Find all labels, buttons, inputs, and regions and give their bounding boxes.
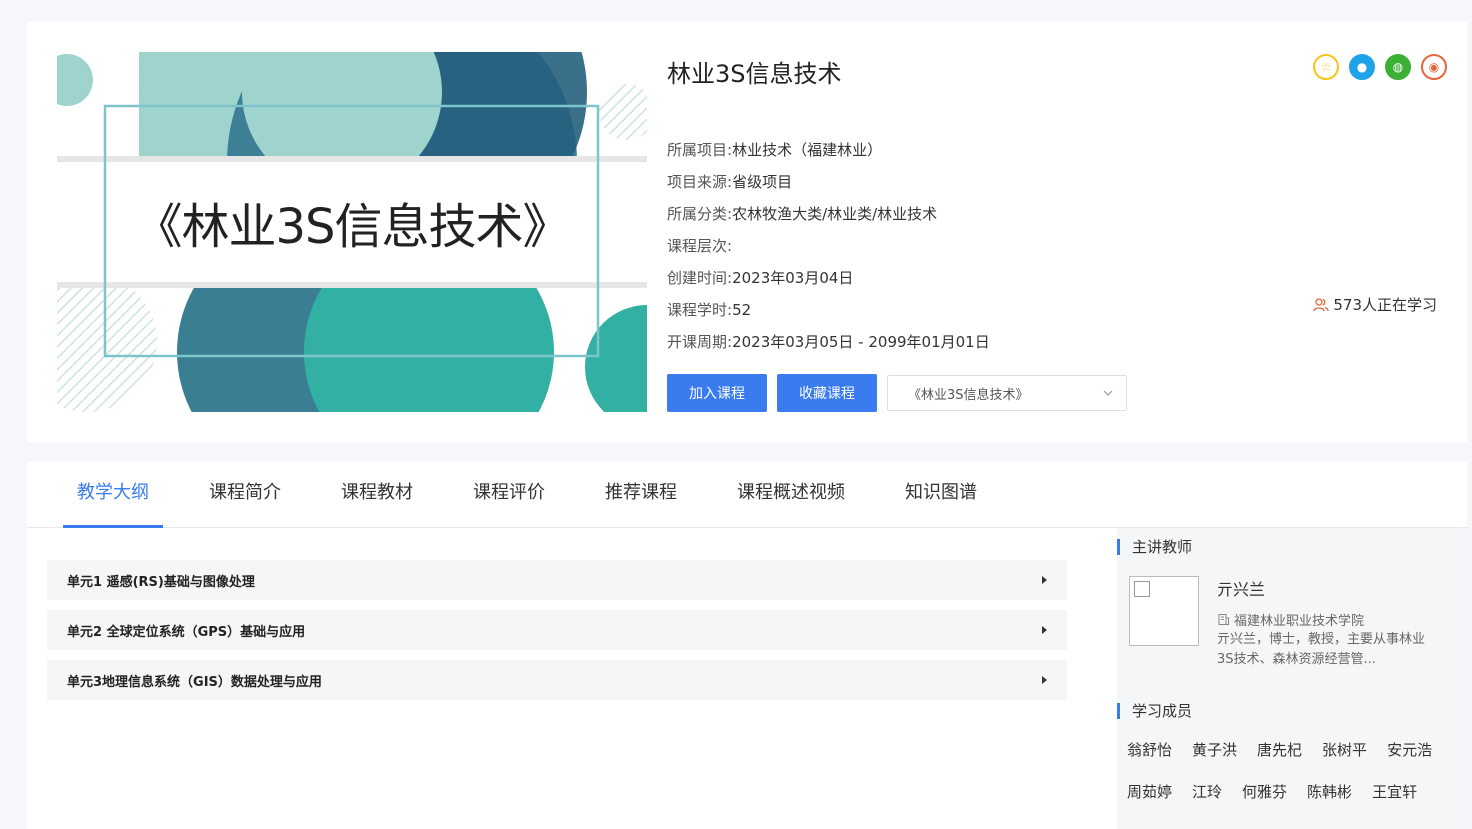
members-section-title: 学习成员 [1117, 703, 1192, 719]
join-course-button[interactable]: 加入课程 [667, 374, 767, 412]
tab-materials[interactable]: 课程教材 [327, 462, 427, 528]
learner-count: 573人正在学习 [1313, 294, 1437, 315]
course-cover-image: 《林业3S信息技术》 [57, 52, 647, 412]
member-name[interactable]: 翁舒怡 [1127, 736, 1172, 778]
tab-syllabus[interactable]: 教学大纲 [63, 462, 163, 528]
qq-icon[interactable]: ● [1349, 54, 1375, 80]
course-select-value: 《林业3S信息技术》 [908, 387, 1029, 403]
course-title: 林业3S信息技术 [667, 60, 842, 88]
member-name[interactable]: 江玲 [1192, 778, 1222, 820]
syllabus-unit-1[interactable]: 单元1 遥感(RS)基础与图像处理 [47, 560, 1067, 600]
syllabus-panel: 单元1 遥感(RS)基础与图像处理 单元2 全球定位系统（GPS）基础与应用 单… [27, 528, 1117, 829]
share-icons: ☆ ● ◍ ◉ [1313, 54, 1447, 80]
caret-right-icon [1042, 676, 1047, 684]
member-name[interactable]: 陈韩彬 [1307, 778, 1352, 820]
member-name[interactable]: 何雅芬 [1242, 778, 1287, 820]
cover-title: 《林业3S信息技术》 [134, 199, 570, 255]
meta-row-hours: 课程学时:52 [667, 301, 752, 319]
course-tabs-bar: 教学大纲 课程简介 课程教材 课程评价 推荐课程 课程概述视频 知识图谱 [27, 462, 1467, 528]
meta-row-project: 所属项目:林业技术（福建林业） [667, 141, 883, 159]
caret-right-icon [1042, 576, 1047, 584]
member-name[interactable]: 王宜轩 [1372, 778, 1417, 820]
weibo-icon[interactable]: ◉ [1421, 54, 1447, 80]
tab-introduction[interactable]: 课程简介 [195, 462, 295, 528]
chevron-down-icon [1103, 390, 1113, 396]
building-icon [1218, 614, 1229, 625]
course-info: 林业3S信息技术 ☆ ● ◍ ◉ 所属项目:林业技术（福建林业） 项目来源:省级… [667, 52, 1457, 412]
teacher-section-title: 主讲教师 [1117, 539, 1192, 555]
member-list: 翁舒怡 黄子洪 唐先杞 张树平 安元浩 周茹婷 江玲 何雅芬 陈韩彬 王宜轩 [1127, 736, 1467, 820]
broken-image-icon [1134, 581, 1150, 597]
unit-title: 单元3地理信息系统（GIS）数据处理与应用 [67, 674, 322, 690]
meta-row-level: 课程层次: [667, 237, 733, 255]
teacher-description: 亓兴兰，博士，教授，主要从事林业3S技术、森林资源经营管... [1217, 632, 1426, 667]
member-name[interactable]: 张树平 [1322, 736, 1367, 778]
member-name[interactable]: 唐先杞 [1257, 736, 1302, 778]
course-header-card: 《林业3S信息技术》 林业3S信息技术 ☆ ● ◍ ◉ 所属项目:林业技术（福建… [27, 22, 1467, 442]
users-icon [1313, 297, 1330, 311]
syllabus-unit-2[interactable]: 单元2 全球定位系统（GPS）基础与应用 [47, 610, 1067, 650]
caret-right-icon [1042, 626, 1047, 634]
teacher-school: 福建林业职业技术学院 [1217, 610, 1364, 629]
course-actions: 加入课程 收藏课程 《林业3S信息技术》 [667, 374, 1127, 412]
tab-recommended[interactable]: 推荐课程 [591, 462, 691, 528]
meta-row-created: 创建时间:2023年03月04日 [667, 269, 854, 287]
course-sidebar: 主讲教师 亓兴兰 福建林业职业技术学院 亓兴兰，博士，教授，主要从事林业3S技术… [1117, 528, 1467, 829]
member-name[interactable]: 安元浩 [1387, 736, 1432, 778]
wechat-icon[interactable]: ◍ [1385, 54, 1411, 80]
course-meta: 所属项目:林业技术（福建林业） 项目来源:省级项目 所属分类:农林牧渔大类/林业… [667, 134, 990, 358]
member-name[interactable]: 周茹婷 [1127, 778, 1172, 820]
tab-reviews[interactable]: 课程评价 [459, 462, 559, 528]
teacher-name[interactable]: 亓兴兰 [1217, 576, 1265, 600]
unit-title: 单元1 遥感(RS)基础与图像处理 [67, 574, 255, 590]
tab-overview-video[interactable]: 课程概述视频 [723, 462, 859, 528]
tab-knowledge-graph[interactable]: 知识图谱 [891, 462, 991, 528]
teacher-photo[interactable] [1129, 576, 1199, 646]
meta-row-period: 开课周期:2023年03月05日 - 2099年01月01日 [667, 333, 990, 351]
syllabus-unit-3[interactable]: 单元3地理信息系统（GIS）数据处理与应用 [47, 660, 1067, 700]
member-name[interactable]: 黄子洪 [1192, 736, 1237, 778]
favorite-course-button[interactable]: 收藏课程 [777, 374, 877, 412]
meta-row-category: 所属分类:农林牧渔大类/林业类/林业技术 [667, 205, 938, 223]
course-tabs: 教学大纲 课程简介 课程教材 课程评价 推荐课程 课程概述视频 知识图谱 [27, 462, 1467, 528]
star-icon[interactable]: ☆ [1313, 54, 1339, 80]
meta-row-source: 项目来源:省级项目 [667, 173, 793, 191]
unit-title: 单元2 全球定位系统（GPS）基础与应用 [67, 624, 306, 640]
course-select[interactable]: 《林业3S信息技术》 [887, 375, 1127, 411]
